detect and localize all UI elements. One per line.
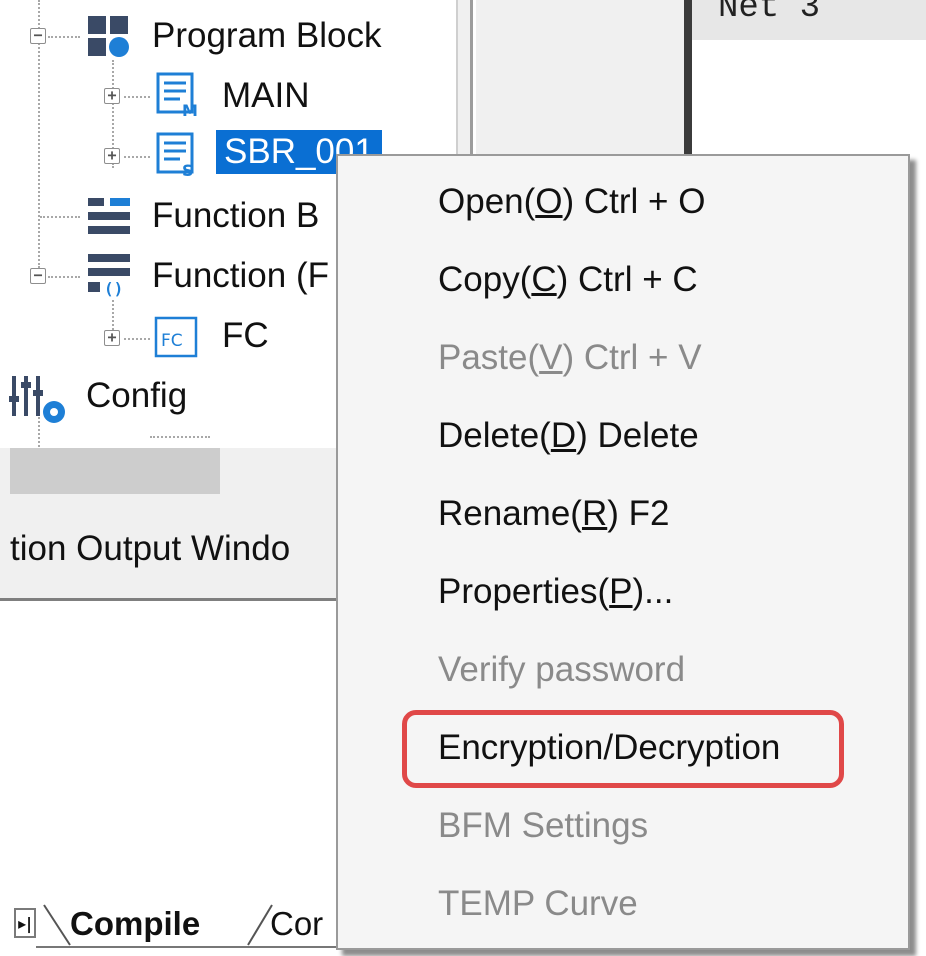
tab-edge (43, 904, 71, 946)
tree-connector (124, 156, 150, 158)
expand-icon[interactable]: + (104, 148, 120, 164)
menu-accelerator: V (539, 338, 563, 377)
menu-label: Properties( (438, 572, 610, 611)
tree-connector (48, 276, 80, 278)
menu-item-rename[interactable]: Rename(R) F2 (438, 492, 669, 536)
menu-item-properties[interactable]: Properties(P)... (438, 570, 673, 614)
scrollbar-thumb[interactable] (10, 448, 220, 494)
expand-icon[interactable]: + (104, 330, 120, 346)
menu-item-bfm-settings[interactable]: BFM Settings (438, 804, 648, 848)
function-icon: () (88, 254, 134, 303)
function-block-icon (88, 198, 132, 243)
menu-accelerator: O (535, 182, 563, 221)
tree-connector (40, 216, 80, 218)
tree-connector (48, 36, 80, 38)
menu-shortcut: ) Ctrl + V (562, 338, 702, 377)
menu-label: BFM Settings (438, 806, 649, 845)
menu-item-temp-curve[interactable]: TEMP Curve (438, 882, 638, 926)
tree-item-program-blocks[interactable]: Program Block (152, 14, 382, 58)
highlight-annotation (402, 710, 844, 788)
subroutine-icon: S (156, 132, 202, 183)
tree-connector (124, 96, 150, 98)
tree-item-main[interactable]: MAIN (222, 74, 310, 118)
menu-accelerator: D (550, 416, 577, 455)
tree-connector (124, 338, 150, 340)
main-icon-letter: M (182, 101, 198, 118)
config-icon (8, 372, 72, 433)
tree-item-fc[interactable]: FC (222, 314, 269, 358)
menu-shortcut: ) Delete (576, 416, 699, 455)
menu-item-open[interactable]: Open(O) Ctrl + O (438, 180, 705, 224)
menu-label: Paste( (438, 338, 540, 377)
main-program-icon: M (156, 72, 202, 123)
menu-label: Verify password (438, 650, 686, 689)
svg-text:(): () (104, 279, 123, 298)
tree-item-config[interactable]: Config (86, 374, 187, 418)
expand-icon[interactable]: + (104, 88, 120, 104)
menu-label: Rename( (438, 494, 582, 533)
tree-item-function[interactable]: Function (F (152, 254, 329, 298)
menu-item-copy[interactable]: Copy(C) Ctrl + C (438, 258, 698, 302)
tab-baseline (36, 946, 340, 948)
tree-connector (150, 436, 210, 438)
menu-accelerator: P (609, 572, 633, 611)
collapse-icon[interactable]: − (30, 28, 46, 44)
menu-label: TEMP Curve (438, 884, 638, 923)
network-header: Net 3 (692, 0, 926, 40)
sbr-icon-letter: S (182, 161, 194, 178)
fc-icon: FC (154, 316, 202, 365)
menu-shortcut: ) F2 (607, 494, 670, 533)
tab-compile[interactable]: Compile (70, 904, 200, 944)
menu-accelerator: R (581, 494, 608, 533)
program-blocks-icon (88, 16, 130, 63)
menu-item-paste[interactable]: Paste(V) Ctrl + V (438, 336, 702, 380)
tab-scroll-button[interactable]: ▸| (14, 908, 36, 938)
fc-icon-letter: FC (161, 331, 183, 351)
tree-item-function-block[interactable]: Function B (152, 194, 319, 238)
network-label: Net 3 (718, 0, 821, 27)
menu-item-verify-password[interactable]: Verify password (438, 648, 685, 692)
menu-label: Open( (438, 182, 536, 221)
tab-second[interactable]: Cor (270, 904, 323, 944)
collapse-icon[interactable]: − (30, 268, 46, 284)
tree-connector (112, 300, 114, 330)
output-window-title: tion Output Windo (10, 529, 291, 568)
menu-label: Copy( (438, 260, 532, 299)
menu-shortcut: ) Ctrl + C (556, 260, 698, 299)
menu-shortcut: )... (632, 572, 674, 611)
menu-accelerator: C (531, 260, 557, 299)
menu-shortcut: ) Ctrl + O (562, 182, 706, 221)
menu-label: Delete( (438, 416, 551, 455)
menu-item-delete[interactable]: Delete(D) Delete (438, 414, 699, 458)
